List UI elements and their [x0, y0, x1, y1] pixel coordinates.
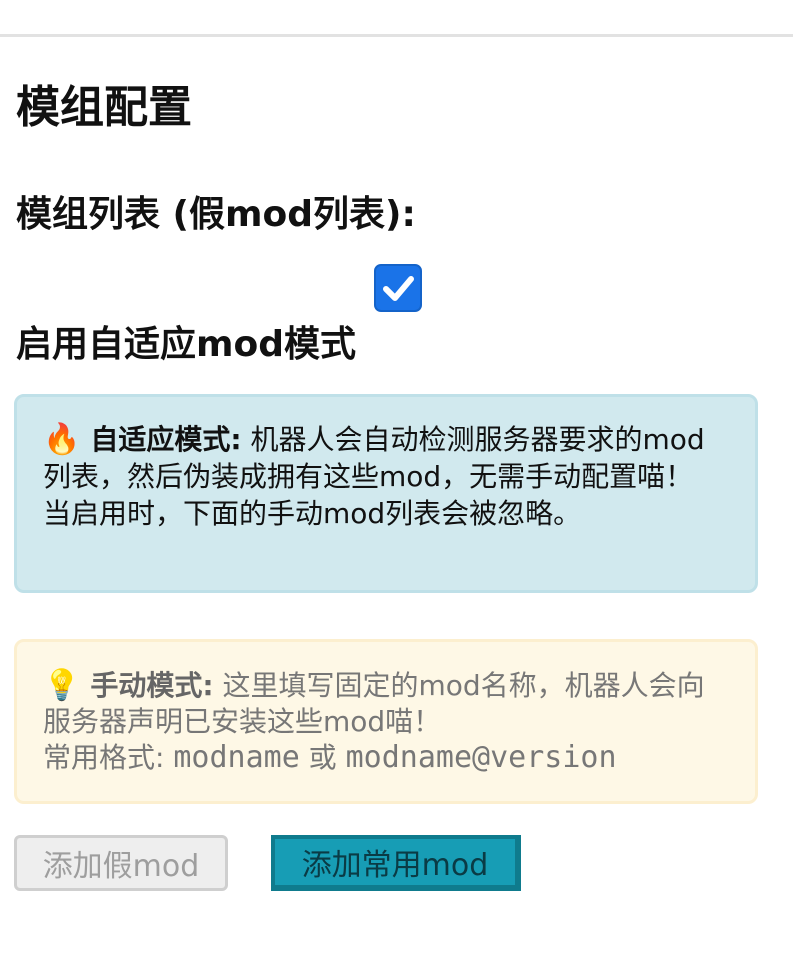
adaptive-mode-info: 🔥 自适应模式: 机器人会自动检测服务器要求的mod列表，然后伪装成拥有这些mod… — [14, 394, 758, 593]
manual-mode-tip: 💡 手动模式: 这里填写固定的mod名称，机器人会向服务器声明已安装这些mod喵！… — [14, 639, 758, 804]
info-line-1: 🔥 自适应模式: 机器人会自动检测服务器要求的mod列表，然后伪装成拥有这些mod… — [43, 421, 729, 495]
tip-line-1: 💡 手动模式: 这里填写固定的mod名称，机器人会向服务器声明已安装这些mod喵！ — [43, 668, 729, 740]
tip-format-line: 常用格式: modname 或 modname@version — [43, 740, 729, 776]
info-line-2: 当启用时，下面的手动mod列表会被忽略。 — [43, 497, 582, 530]
section-title: 模组配置 — [16, 82, 192, 133]
mod-list-label: 模组列表 (假mod列表): — [16, 194, 416, 235]
info-title: 自适应模式: — [90, 423, 242, 456]
tip-title: 手动模式: — [90, 669, 214, 702]
checkmark-icon — [383, 276, 414, 301]
format-example-b: modname@version — [345, 740, 617, 775]
add-common-mod-button[interactable]: 添加常用mod — [271, 835, 521, 891]
format-prefix: 常用格式: — [43, 741, 174, 774]
lightbulb-icon: 💡 — [43, 668, 81, 703]
fire-icon: 🔥 — [43, 422, 81, 457]
format-or: 或 — [299, 741, 346, 774]
adaptive-mode-label: 启用自适应mod模式 — [16, 324, 357, 365]
top-divider — [0, 34, 793, 37]
add-fake-mod-button[interactable]: 添加假mod — [14, 835, 228, 891]
format-example-a: modname — [173, 740, 300, 775]
adaptive-mode-checkbox[interactable] — [374, 264, 422, 312]
